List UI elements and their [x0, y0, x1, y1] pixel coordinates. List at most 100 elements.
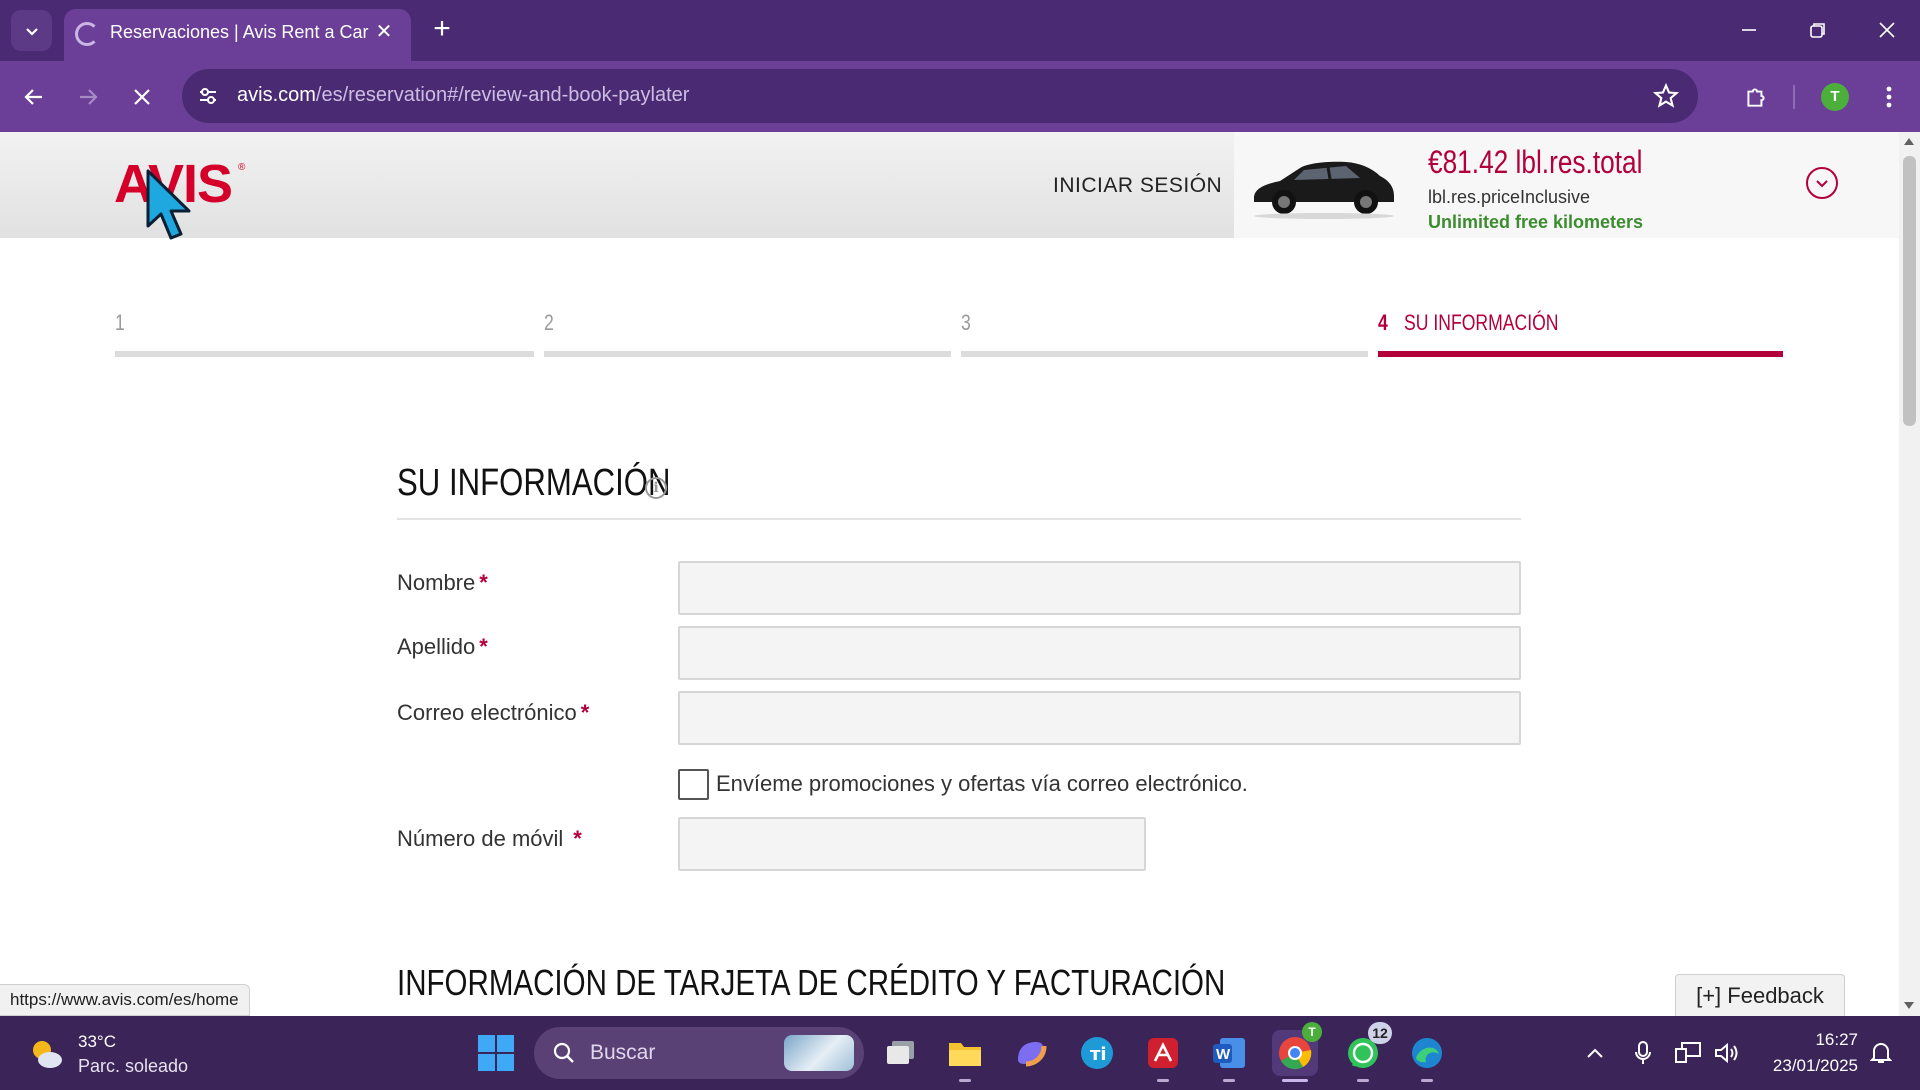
svg-text:®: ® [238, 162, 246, 173]
restore-icon [1810, 23, 1825, 38]
last-name-label: Apellido * [397, 634, 488, 659]
first-name-field[interactable] [678, 561, 1521, 615]
scroll-down-icon[interactable] [1904, 1002, 1914, 1009]
star-icon[interactable] [1652, 82, 1680, 110]
whatsapp-unread-badge: 12 [1368, 1022, 1392, 1044]
speaker-icon [1715, 1042, 1738, 1064]
clock-time[interactable]: 16:27 [1774, 1030, 1858, 1050]
browser-tab-bar: Reservaciones | Avis Rent a Car ✕ + [0, 0, 1920, 61]
file-explorer-button[interactable] [942, 1030, 988, 1082]
section-title: SU INFORMACIÓN [397, 462, 671, 504]
step-2-bar [544, 351, 951, 357]
microphone-icon [1635, 1041, 1651, 1064]
close-icon [134, 89, 150, 105]
close-window-button[interactable] [1867, 10, 1907, 50]
close-icon [1879, 22, 1895, 38]
step-number: 4 [1378, 310, 1388, 335]
tclass-app-button[interactable]: ті [1074, 1030, 1120, 1076]
browser-tab-active[interactable]: Reservaciones | Avis Rent a Car ✕ [64, 9, 411, 61]
chrome-profile-badge: T [1302, 1022, 1322, 1042]
copilot-icon [1018, 1042, 1047, 1067]
page-scrollbar[interactable] [1899, 132, 1920, 1016]
site-header: AVIS ® INICIAR SESIÓN €81.42 lbl.res.tot… [0, 132, 1899, 238]
network-button[interactable] [1673, 1038, 1703, 1068]
mobile-label: Número de móvil * [397, 826, 582, 851]
arrow-left-icon [24, 89, 42, 105]
whatsapp-button[interactable]: 12 [1340, 1022, 1392, 1082]
tab-title: Reservaciones | Avis Rent a Car [110, 22, 369, 42]
mobile-field[interactable] [678, 817, 1146, 871]
pdf-reader-button[interactable] [1140, 1030, 1186, 1082]
tab-close-button[interactable]: ✕ [371, 19, 397, 45]
task-view-button[interactable] [878, 1030, 924, 1076]
show-hidden-icons-button[interactable] [1580, 1038, 1610, 1068]
volume-button[interactable] [1712, 1038, 1742, 1068]
puzzle-icon [1747, 88, 1765, 107]
scroll-thumb[interactable] [1903, 156, 1916, 426]
word-button[interactable]: W [1206, 1030, 1252, 1082]
running-indicator [1357, 1079, 1369, 1082]
windows-taskbar: 33°C Parc. soleado Buscar ті W T 12 16:2… [0, 1016, 1920, 1090]
arrow-right-icon [80, 89, 98, 105]
windows-start-icon[interactable] [477, 1034, 515, 1072]
back-button[interactable] [14, 77, 54, 117]
page-content: AVIS ® INICIAR SESIÓN €81.42 lbl.res.tot… [0, 132, 1899, 1016]
step-1-bar [115, 351, 534, 357]
step-3-bar [961, 351, 1368, 357]
clock-date[interactable]: 23/01/2025 [1758, 1056, 1858, 1076]
search-icon [553, 1042, 574, 1063]
required-mark: * [573, 826, 582, 851]
weather-description: Parc. soleado [78, 1056, 189, 1076]
new-tab-button[interactable]: + [426, 14, 458, 46]
running-indicator [1223, 1079, 1235, 1082]
loading-spinner-icon [75, 22, 99, 46]
running-indicator [1282, 1079, 1308, 1082]
svg-text:W: W [1216, 1046, 1231, 1063]
url-text: avis.com/es/reservation#/review-and-book… [237, 84, 689, 107]
app-t-icon: ті [1081, 1037, 1113, 1069]
chrome-button[interactable]: T [1272, 1022, 1322, 1082]
expand-summary-button[interactable] [1806, 167, 1838, 199]
feedback-button[interactable]: [+] Feedback [1675, 974, 1845, 1016]
required-mark: * [479, 634, 488, 659]
promo-checkbox-label[interactable]: Envíeme promociones y ofertas vía correo… [716, 771, 1248, 797]
folder-icon [949, 1043, 981, 1066]
extensions-button[interactable] [1736, 77, 1776, 117]
copilot-button[interactable] [1008, 1030, 1054, 1076]
taskbar-search[interactable]: Buscar [534, 1027, 864, 1079]
word-icon: W [1213, 1038, 1245, 1068]
task-view-icon [887, 1041, 914, 1064]
notifications-button[interactable] [1866, 1038, 1896, 1068]
network-icon [1675, 1042, 1701, 1063]
address-bar[interactable]: avis.com/es/reservation#/review-and-book… [182, 69, 1698, 123]
info-icon[interactable]: i [645, 477, 667, 499]
tab-search-button[interactable] [11, 10, 52, 51]
microphone-button[interactable] [1628, 1038, 1658, 1068]
total-price: €81.42 lbl.res.total [1428, 144, 1643, 180]
browser-menu-button[interactable] [1869, 77, 1909, 117]
mouse-cursor-icon [146, 169, 191, 240]
running-indicator [1421, 1079, 1433, 1082]
last-name-field[interactable] [678, 626, 1521, 680]
toolbar-separator [1793, 85, 1795, 109]
running-indicator [1157, 1079, 1169, 1082]
url-domain: avis.com [237, 84, 316, 106]
edge-profile-button[interactable] [1404, 1030, 1450, 1082]
price-inclusive-note: lbl.res.priceInclusive [1428, 187, 1591, 207]
chevron-down-icon [1816, 180, 1828, 188]
signin-link[interactable]: INICIAR SESIÓN [1053, 174, 1222, 198]
running-indicator [959, 1079, 971, 1082]
minimize-button[interactable] [1729, 10, 1769, 50]
edge-icon [1412, 1038, 1442, 1068]
step-number: 1 [115, 310, 125, 335]
site-settings-icon[interactable] [196, 84, 220, 108]
scroll-up-icon[interactable] [1904, 138, 1914, 145]
forward-button[interactable] [68, 77, 108, 117]
email-field[interactable] [678, 691, 1521, 745]
weather-partly-sunny-icon[interactable] [28, 1036, 64, 1072]
profile-button[interactable]: T [1815, 77, 1855, 117]
promo-checkbox[interactable] [678, 769, 709, 800]
stop-loading-button[interactable] [122, 77, 162, 117]
restore-button[interactable] [1798, 10, 1838, 50]
first-name-label: Nombre * [397, 570, 488, 595]
